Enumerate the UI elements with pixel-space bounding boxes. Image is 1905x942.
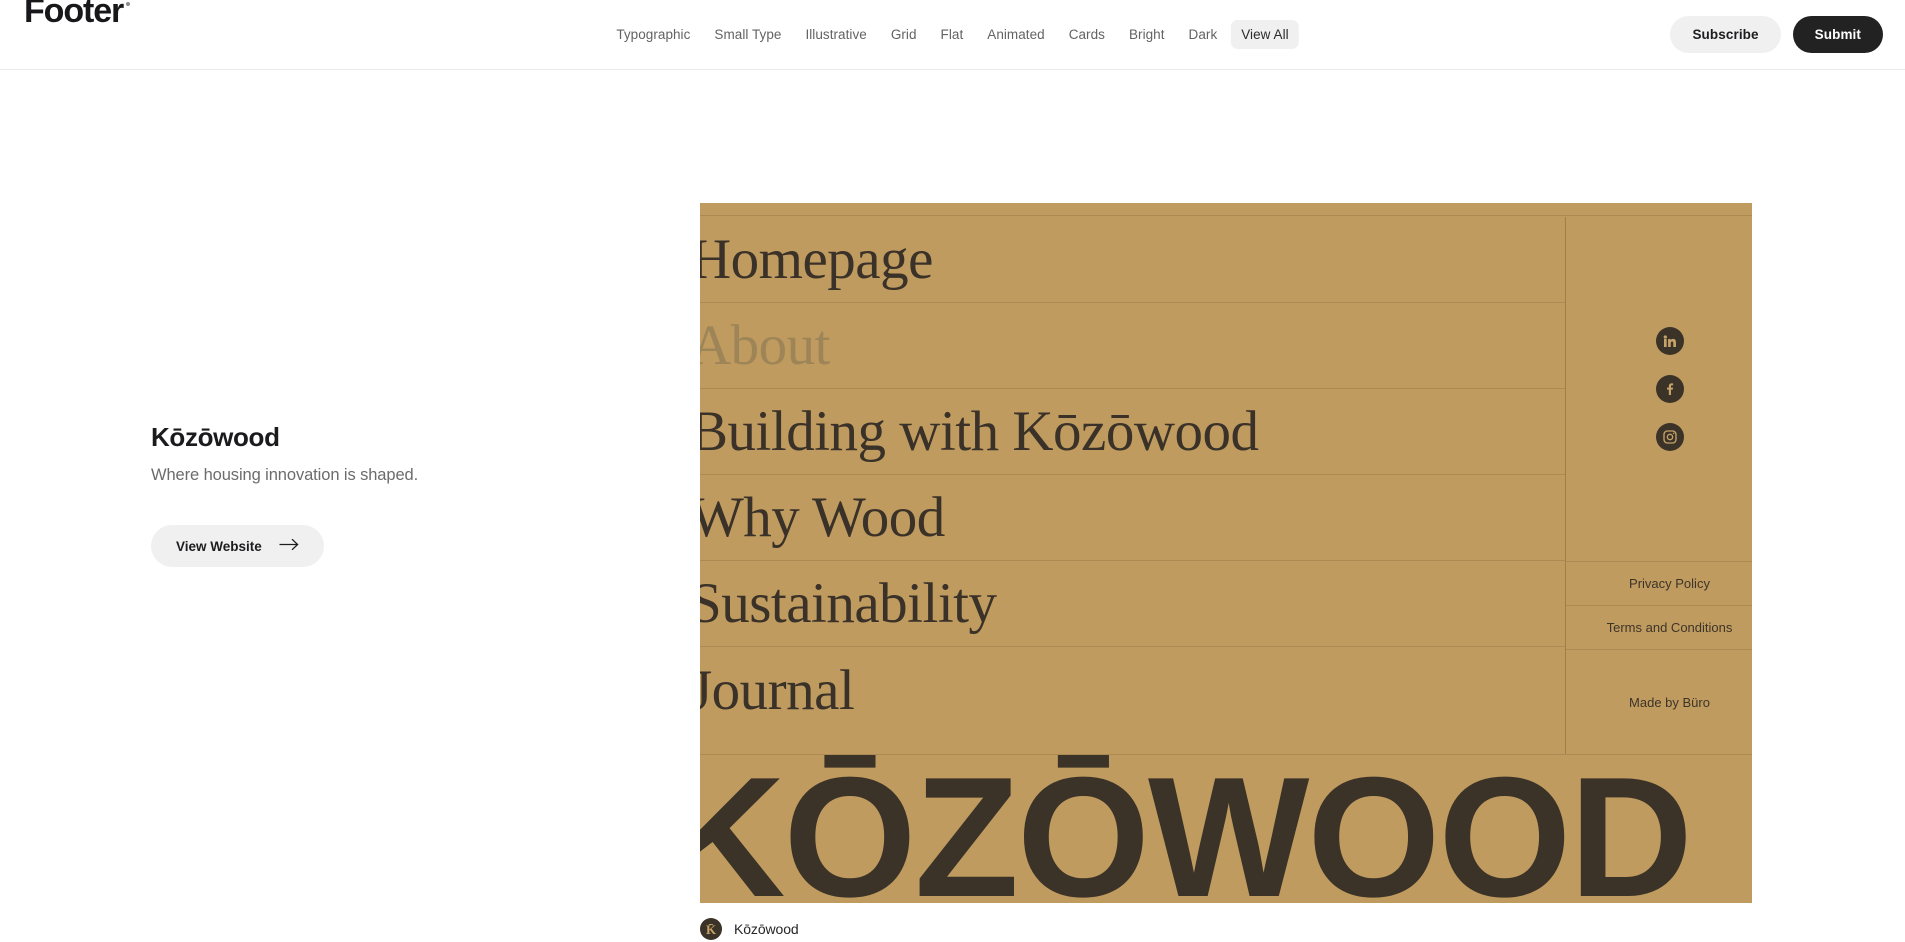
preview-link-journal: Journal xyxy=(700,658,855,722)
site-logo-text: Footer xyxy=(24,0,124,30)
nav-item-typographic[interactable]: Typographic xyxy=(606,20,700,49)
site-logo[interactable]: Footer xyxy=(24,0,131,30)
preview-side-column: Privacy Policy Terms and Conditions Made… xyxy=(1566,217,1752,754)
preview-link-homepage: Homepage xyxy=(700,228,933,291)
arrow-right-icon xyxy=(279,538,299,554)
instagram-icon[interactable] xyxy=(1655,423,1684,451)
preview-nav-row[interactable]: Why Wood xyxy=(700,475,1565,561)
preview-nav-row[interactable]: Journal xyxy=(700,647,1565,733)
preview-top-strip xyxy=(700,203,1752,216)
preview-link-about: About xyxy=(700,314,831,377)
preview-social-links xyxy=(1566,217,1752,562)
preview-link-terms-and-conditions[interactable]: Terms and Conditions xyxy=(1566,606,1752,650)
nav-item-view-all[interactable]: View All xyxy=(1231,20,1299,49)
preview-nav-row[interactable]: Homepage xyxy=(700,217,1565,303)
header-actions: Subscribe Submit xyxy=(1670,16,1883,53)
subscribe-button[interactable]: Subscribe xyxy=(1670,16,1781,53)
entry-title: Kōzōwood xyxy=(151,422,280,452)
nav-item-dark[interactable]: Dark xyxy=(1179,20,1228,49)
view-website-label: View Website xyxy=(176,538,262,554)
preview-link-privacy-policy[interactable]: Privacy Policy xyxy=(1566,562,1752,606)
entry-info: Kōzōwood Where housing innovation is sha… xyxy=(151,422,571,567)
footer-preview-image: Homepage About Building with Kōzōwood Wh… xyxy=(700,203,1752,903)
nav-item-flat[interactable]: Flat xyxy=(931,20,974,49)
nav-item-animated[interactable]: Animated xyxy=(977,20,1054,49)
preview-nav-row[interactable]: About xyxy=(700,303,1565,389)
primary-nav: Typographic Small Type Illustrative Grid… xyxy=(606,20,1299,49)
view-website-button[interactable]: View Website xyxy=(151,525,324,567)
preview-credit: Made by Büro xyxy=(1629,694,1710,710)
nav-item-grid[interactable]: Grid xyxy=(881,20,927,49)
caption-label: Kōzōwood xyxy=(734,921,799,937)
nav-item-small-type[interactable]: Small Type xyxy=(704,20,791,49)
footer-preview-card[interactable]: Homepage About Building with Kōzōwood Wh… xyxy=(700,203,1752,903)
preview-nav-row[interactable]: Building with Kōzōwood xyxy=(700,389,1565,475)
entry-subtitle: Where housing innovation is shaped. xyxy=(151,466,419,484)
preview-nav-row[interactable]: Sustainability xyxy=(700,561,1565,647)
nav-item-cards[interactable]: Cards xyxy=(1059,20,1115,49)
preview-link-sustainability: Sustainability xyxy=(700,572,997,635)
preview-wordmark-text: KŌZŌWOOD xyxy=(700,754,1693,903)
site-header: Footer Typographic Small Type Illustrati… xyxy=(0,0,1905,70)
logo-dot-icon xyxy=(126,2,131,6)
facebook-icon[interactable] xyxy=(1655,375,1684,403)
preview-wordmark: KŌZŌWOOD xyxy=(700,754,1752,903)
preview-nav-column: Homepage About Building with Kōzōwood Wh… xyxy=(700,217,1566,754)
preview-link-why-wood: Why Wood xyxy=(700,486,945,549)
nav-item-illustrative[interactable]: Illustrative xyxy=(795,20,876,49)
preview-grid: Homepage About Building with Kōzōwood Wh… xyxy=(700,217,1752,754)
preview-caption[interactable]: K̄ Kōzōwood xyxy=(700,918,799,940)
avatar: K̄ xyxy=(700,918,722,940)
submit-button[interactable]: Submit xyxy=(1792,16,1883,53)
page-body: Kōzōwood Where housing innovation is sha… xyxy=(0,70,1905,942)
preview-link-building-with-kozowood: Building with Kōzōwood xyxy=(700,400,1259,463)
linkedin-icon[interactable] xyxy=(1655,327,1684,355)
nav-item-bright[interactable]: Bright xyxy=(1119,20,1175,49)
